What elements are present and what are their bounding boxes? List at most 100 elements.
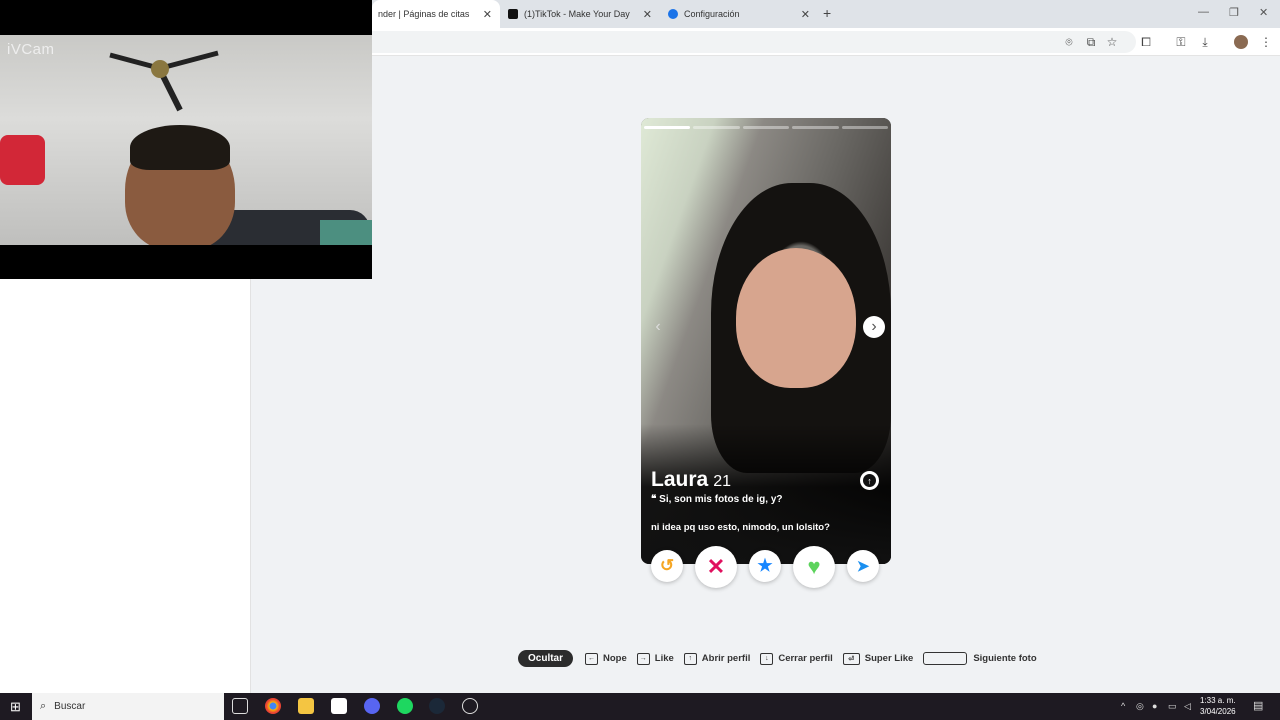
store-icon[interactable]	[331, 698, 347, 714]
shortcut-label: Nope	[603, 653, 627, 664]
windows-start-icon[interactable]: ⊞	[10, 699, 21, 715]
tab-tinder[interactable]: nder | Páginas de citas ✕	[372, 0, 500, 28]
photo-face	[736, 248, 856, 388]
steam-icon[interactable]	[429, 698, 445, 714]
person-hair	[130, 125, 230, 170]
webcam-video	[0, 35, 372, 245]
rewind-button[interactable]: ↺	[651, 550, 683, 582]
spotify-icon[interactable]	[397, 698, 413, 714]
chrome-icon[interactable]	[265, 698, 281, 714]
photo-indicator-bar[interactable]	[693, 126, 740, 129]
arrow-up-key-icon: ↑	[683, 652, 697, 665]
rewind-icon: ↺	[659, 556, 675, 575]
profile-bio-line2: ni idea pq uso esto, nimodo, un lolsito?	[651, 522, 830, 533]
webcam-overlay: iVCam	[0, 0, 372, 279]
new-tab-button[interactable]: +	[823, 5, 831, 21]
photo-indicator	[644, 126, 889, 129]
close-icon[interactable]: ✕	[643, 8, 652, 21]
arrow-right-key-icon: →	[636, 652, 650, 665]
search-placeholder: Buscar	[54, 701, 86, 712]
minimize-button[interactable]: —	[1198, 6, 1209, 18]
extensions-icon[interactable]: ⧠	[1139, 35, 1153, 49]
previous-photo-button[interactable]: ‹	[647, 316, 669, 338]
volume-icon[interactable]: ◁	[1184, 701, 1191, 712]
profile-name: Laura 21	[651, 468, 731, 492]
close-icon[interactable]: ✕	[801, 8, 810, 21]
arrow-down-key-icon: ↓	[760, 652, 774, 665]
tab-settings[interactable]: Configuración ✕	[662, 0, 818, 28]
arrow-up-icon: ↑	[863, 474, 876, 487]
ceiling-fan	[109, 50, 219, 112]
shortcut-like: → Like	[636, 652, 674, 665]
shortcut-label: Abrir perfil	[701, 653, 751, 664]
tab-tiktok[interactable]: (1)TikTok - Make Your Day ✕	[502, 0, 660, 28]
menu-icon[interactable]: ⋮	[1259, 35, 1273, 49]
install-icon[interactable]: ⧉	[1084, 35, 1098, 49]
taskbar: ⊞ ⌕ Buscar ^ ◎ ● ▭ ◁ 1:33 a. m. 3/04/202…	[0, 693, 1280, 720]
taskbar-search[interactable]: ⌕ Buscar	[32, 693, 224, 720]
download-icon[interactable]: ⤓	[1198, 35, 1212, 49]
restore-button[interactable]: ❐	[1229, 6, 1239, 19]
red-object	[0, 135, 45, 185]
file-explorer-icon[interactable]	[298, 698, 314, 714]
super-like-button[interactable]: ★	[749, 550, 781, 582]
like-button[interactable]: ♥	[793, 546, 835, 588]
tab-title: nder | Páginas de citas	[378, 9, 470, 19]
nope-button[interactable]: ✕	[695, 546, 737, 588]
shortcut-open-profile: ↑ Abrir perfil	[683, 652, 751, 665]
tray-chevron-icon[interactable]: ^	[1121, 701, 1125, 711]
shortcut-label: Like	[654, 653, 674, 664]
location-icon[interactable]: ⌾	[1062, 35, 1076, 49]
shortcut-next-photo: Siguiente foto	[923, 652, 1037, 665]
gear-icon	[668, 9, 678, 19]
action-bar: ↺ ✕ ★ ♥ ➤	[641, 546, 891, 588]
keyboard-shortcuts: Ocultar ← Nope → Like ↑ Abrir perfil ↓ Cerra…	[518, 649, 1047, 668]
x-icon: ✕	[706, 554, 726, 579]
window-close-button[interactable]: ✕	[1259, 6, 1268, 19]
open-profile-button[interactable]: ↑	[860, 471, 879, 490]
profile-bio-line1: ❝ Si, son mis fotos de ig, y?	[651, 494, 783, 505]
profile-age: 21	[713, 473, 731, 490]
profile-name-text: Laura	[651, 468, 709, 491]
shortcut-label: Cerrar perfil	[778, 653, 833, 664]
task-view-icon[interactable]	[232, 698, 248, 714]
tab-title: Configuración	[684, 9, 740, 19]
taskbar-clock[interactable]: 1:33 a. m. 3/04/2026	[1200, 695, 1236, 717]
bio-text: Si, son mis fotos de ig, y?	[659, 494, 783, 505]
heart-icon: ♥	[807, 554, 821, 579]
star-icon[interactable]: ☆	[1105, 35, 1119, 49]
arrow-left-key-icon: ←	[585, 652, 599, 665]
webcam-brand: iVCam	[7, 41, 55, 58]
tray-app-icon[interactable]: ◎	[1136, 701, 1144, 712]
photo-indicator-bar[interactable]	[841, 126, 889, 129]
discord-icon[interactable]	[364, 698, 380, 714]
network-icon[interactable]: ▭	[1168, 701, 1177, 712]
space-key-icon	[923, 652, 968, 665]
star-icon: ★	[757, 556, 773, 575]
green-object	[320, 220, 372, 245]
photo-indicator-bar[interactable]	[792, 126, 839, 129]
tiktok-icon	[508, 9, 518, 19]
shortcut-label: Super Like	[864, 653, 914, 664]
tab-title: (1)TikTok - Make Your Day	[524, 9, 630, 19]
microphone-icon[interactable]: ●	[1152, 701, 1157, 711]
enter-key-icon: ⏎	[842, 652, 860, 665]
sidebar-panel	[0, 279, 251, 693]
next-photo-button[interactable]: ›	[863, 316, 885, 338]
notifications-icon[interactable]: ▤	[1253, 699, 1263, 712]
search-icon: ⌕	[40, 700, 47, 712]
close-icon[interactable]: ✕	[483, 8, 492, 21]
shortcut-super-like: ⏎ Super Like	[842, 652, 914, 665]
profile-card[interactable]: ‹ › Laura 21 ↑ ❝ Si, son mis fotos de ig,…	[641, 118, 891, 564]
hide-shortcuts-button[interactable]: Ocultar	[518, 650, 574, 667]
photo-indicator-bar[interactable]	[644, 126, 691, 129]
send-icon: ➤	[856, 558, 870, 575]
boost-button[interactable]: ➤	[847, 550, 879, 582]
photo-indicator-bar[interactable]	[742, 126, 790, 129]
app-icon[interactable]	[462, 698, 478, 714]
shortcut-close-profile: ↓ Cerrar perfil	[760, 652, 833, 665]
shortcut-nope: ← Nope	[585, 652, 627, 665]
avatar[interactable]	[1234, 35, 1248, 49]
key-icon[interactable]: ⚿	[1174, 35, 1188, 49]
clock-date: 3/04/2026	[1200, 707, 1236, 716]
